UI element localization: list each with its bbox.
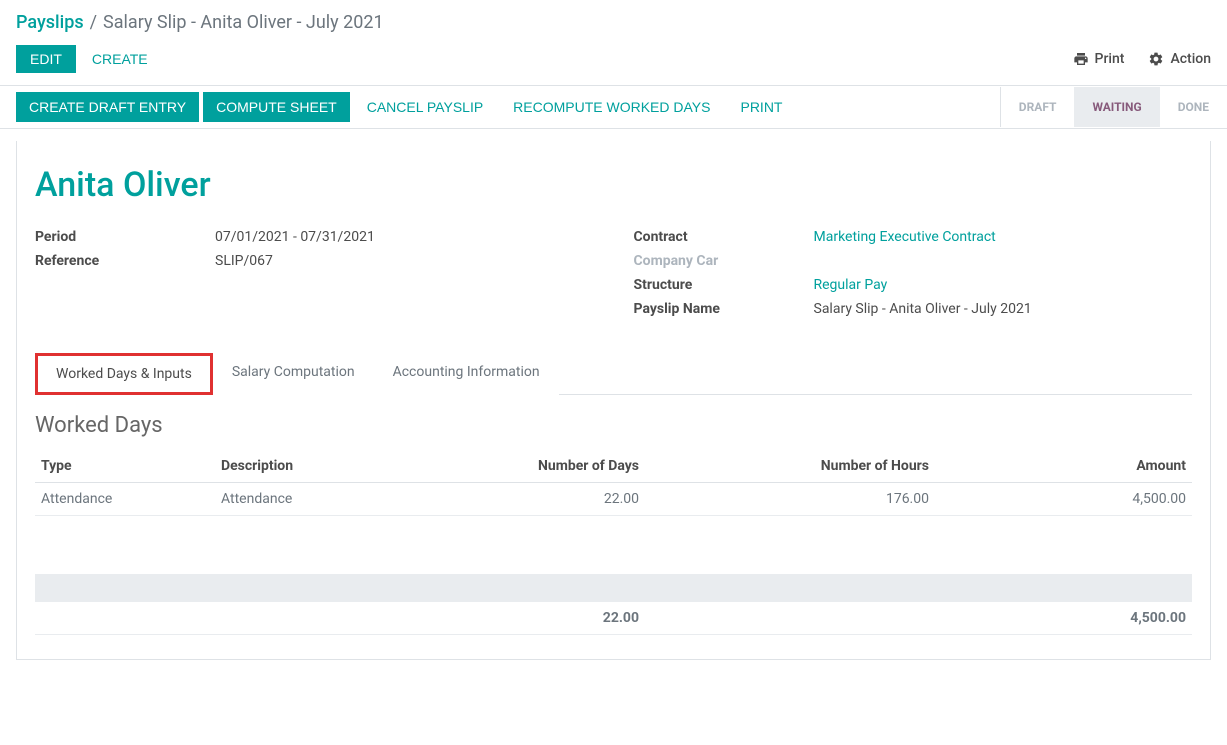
cell-amount: 4,500.00 [935,483,1192,516]
contract-label: Contract [634,229,814,245]
cell-num-days: 22.00 [415,483,645,516]
action-menu[interactable]: Action [1148,51,1211,67]
contract-value-link[interactable]: Marketing Executive Contract [814,229,996,245]
breadcrumb-separator: / [90,12,97,33]
totals-row: 22.00 4,500.00 [35,602,1192,635]
cell-description: Attendance [215,483,415,516]
col-num-days[interactable]: Number of Days [415,450,645,483]
gear-icon [1148,51,1164,67]
grey-band-row [35,574,1192,602]
print-label: Print [1095,51,1125,67]
total-amount: 4,500.00 [935,602,1192,635]
spacer-row [35,516,1192,574]
breadcrumb: Payslips / Salary Slip - Anita Oliver - … [0,0,1227,41]
recompute-worked-days-button[interactable]: Recompute Worked Days [500,92,723,122]
status-pills: Draft Waiting Done [1000,87,1227,127]
col-description[interactable]: Description [215,450,415,483]
status-bar: Create Draft Entry Compute Sheet Cancel … [0,86,1227,129]
breadcrumb-current: Salary Slip - Anita Oliver - July 2021 [103,12,384,33]
status-pill-done[interactable]: Done [1160,87,1227,127]
page-title: Anita Oliver [35,165,1192,205]
form-sheet: Anita Oliver Period 07/01/2021 - 07/31/2… [16,141,1211,660]
compute-sheet-button[interactable]: Compute Sheet [203,92,350,122]
create-draft-entry-button[interactable]: Create Draft Entry [16,92,199,122]
cell-num-hours: 176.00 [645,483,935,516]
col-num-hours[interactable]: Number of Hours [645,450,935,483]
col-type[interactable]: Type [35,450,215,483]
cancel-payslip-button[interactable]: Cancel Payslip [354,92,496,122]
edit-button[interactable]: Edit [16,45,76,73]
tab-accounting-information[interactable]: Accounting Information [374,353,559,395]
print-button[interactable]: Print [727,92,795,122]
reference-label: Reference [35,253,215,269]
total-num-days: 22.00 [415,602,645,635]
tabs: Worked Days & Inputs Salary Computation … [35,353,1192,395]
create-button[interactable]: Create [88,45,152,73]
payslip-name-label: Payslip Name [634,301,814,317]
status-pill-draft[interactable]: Draft [1001,87,1075,127]
cell-type: Attendance [35,483,215,516]
table-row[interactable]: Attendance Attendance 22.00 176.00 4,500… [35,483,1192,516]
tab-worked-days-inputs[interactable]: Worked Days & Inputs [35,353,213,395]
worked-days-table: Type Description Number of Days Number o… [35,450,1192,635]
action-label: Action [1170,51,1211,67]
worked-days-section-title: Worked Days [35,413,1192,438]
col-amount[interactable]: Amount [935,450,1192,483]
control-bar: Edit Create Print Action [0,41,1227,86]
company-car-label: Company Car [634,253,814,269]
tab-salary-computation[interactable]: Salary Computation [213,353,374,395]
reference-value: SLIP/067 [215,253,273,269]
print-icon [1073,51,1089,67]
period-label: Period [35,229,215,245]
structure-label: Structure [634,277,814,293]
structure-value-link[interactable]: Regular Pay [814,277,888,293]
breadcrumb-parent-link[interactable]: Payslips [16,12,84,33]
payslip-name-value: Salary Slip - Anita Oliver - July 2021 [814,301,1032,317]
status-pill-waiting[interactable]: Waiting [1074,87,1159,127]
print-menu[interactable]: Print [1073,51,1125,67]
period-value: 07/01/2021 - 07/31/2021 [215,229,375,245]
